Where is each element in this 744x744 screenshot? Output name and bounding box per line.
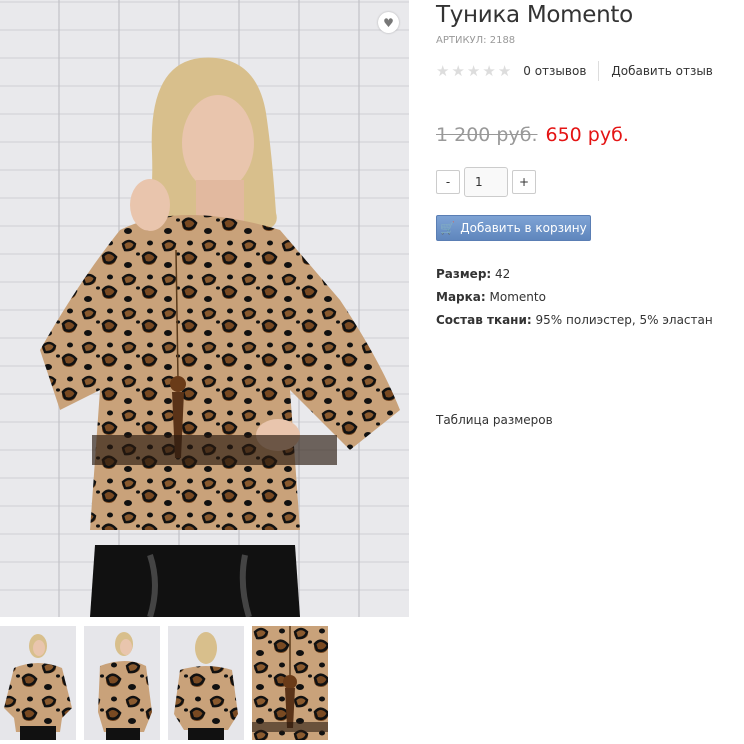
attribute-fabric: Состав ткани: 95% полиэстер, 5% эластан: [436, 312, 713, 335]
heart-icon[interactable]: ♥: [378, 12, 399, 33]
add-to-cart-button[interactable]: 🛒 Добавить в корзину: [436, 215, 591, 241]
divider: [598, 61, 600, 81]
attribute-value: 95% полиэстер, 5% эластан: [535, 313, 713, 327]
size-table-link[interactable]: Таблица размеров: [436, 413, 553, 427]
attribute-brand: Марка: Momento: [436, 289, 713, 312]
attribute-label: Марка:: [436, 290, 486, 304]
thumbnail-gallery: [0, 626, 328, 740]
reviews-count-link[interactable]: 0 отзывов: [523, 64, 586, 78]
rating-stars[interactable]: ★ ★ ★ ★ ★: [436, 63, 511, 79]
product-sku: АРТИКУЛ: 2188: [436, 35, 516, 46]
star-icon[interactable]: ★: [436, 63, 449, 79]
thumbnail-fabric-detail[interactable]: [252, 626, 328, 740]
add-review-link[interactable]: Добавить отзыв: [611, 64, 712, 78]
star-icon[interactable]: ★: [482, 63, 495, 79]
attribute-size: Размер: 42: [436, 266, 713, 289]
star-icon[interactable]: ★: [451, 63, 464, 79]
sale-price: 650 руб.: [545, 124, 629, 146]
quantity-decrease-button[interactable]: -: [436, 170, 460, 194]
star-icon[interactable]: ★: [498, 63, 511, 79]
price-block: 1 200 руб. 650 руб.: [436, 124, 629, 146]
attribute-label: Размер:: [436, 267, 492, 281]
rating-row: ★ ★ ★ ★ ★ 0 отзывов Добавить отзыв: [436, 60, 713, 82]
product-attributes: Размер: 42 Марка: Momento Состав ткани: …: [436, 266, 713, 335]
quantity-stepper: - +: [436, 167, 536, 197]
product-title: Туника Momento: [436, 2, 633, 28]
main-product-photo[interactable]: ♥: [0, 0, 409, 617]
star-icon[interactable]: ★: [467, 63, 480, 79]
add-to-cart-label: Добавить в корзину: [460, 221, 587, 235]
attribute-label: Состав ткани:: [436, 313, 532, 327]
old-price: 1 200 руб.: [436, 124, 538, 146]
thumbnail-front[interactable]: [0, 626, 76, 740]
thumbnail-back[interactable]: [168, 626, 244, 740]
quantity-input[interactable]: [464, 167, 508, 197]
attribute-value: 42: [495, 267, 511, 281]
cart-icon: 🛒: [440, 221, 456, 235]
attribute-value: Momento: [489, 290, 546, 304]
thumbnail-side[interactable]: [84, 626, 160, 740]
quantity-increase-button[interactable]: +: [512, 170, 536, 194]
